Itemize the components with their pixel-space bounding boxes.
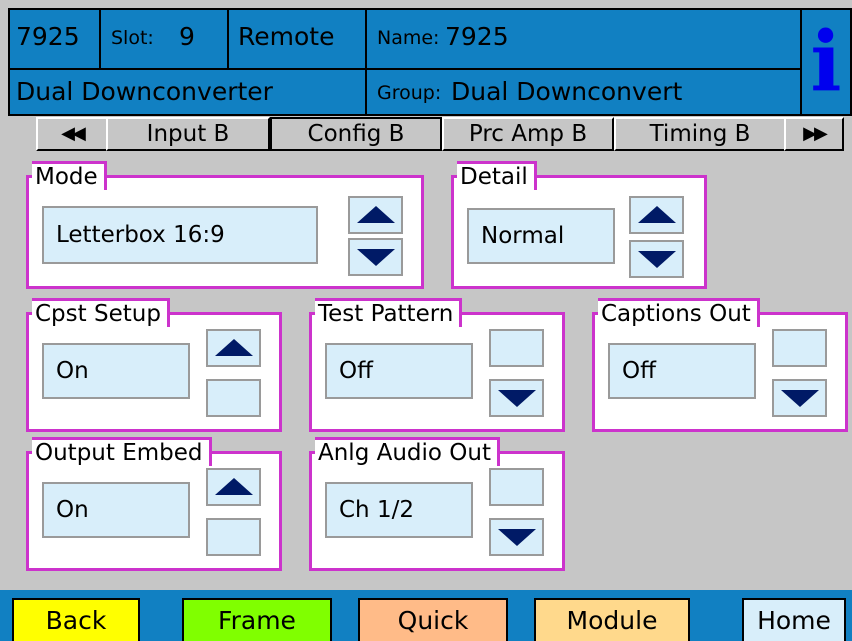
arrow-down-icon <box>497 529 536 546</box>
anlg-audio-out-panel: Anlg Audio Out Ch 1/2 <box>309 437 565 571</box>
detail-value: Normal <box>467 208 615 264</box>
arrow-up-icon <box>356 206 395 223</box>
captions-out-panel: Captions Out Off <box>592 298 848 432</box>
anlg-audio-out-value: Ch 1/2 <box>325 482 473 538</box>
tab-bar: ◀◀ Input B Config B Prc Amp B Timing B ▶… <box>8 116 844 152</box>
anlg-audio-out-down-button[interactable] <box>489 518 544 556</box>
tab-prev-button[interactable]: ◀◀ <box>36 117 108 151</box>
home-button[interactable]: Home <box>742 598 846 641</box>
module-description: Dual Downconverter <box>16 77 273 106</box>
header-slot-cell: Slot: 9 <box>99 8 229 70</box>
cpst-setup-value: On <box>42 343 190 399</box>
cpst-setup-title: Cpst Setup <box>32 298 170 327</box>
slot-label: Slot: <box>111 27 154 49</box>
test-pattern-panel: Test Pattern Off <box>309 298 565 432</box>
test-pattern-value: Off <box>325 343 473 399</box>
mode-down-button[interactable] <box>348 238 403 276</box>
output-embed-up-button[interactable] <box>206 468 261 506</box>
tab-input-b[interactable]: Input B <box>106 117 270 151</box>
cpst-setup-panel: Cpst Setup On <box>26 298 282 432</box>
arrow-down-icon <box>780 390 819 407</box>
remote-label: Remote <box>238 22 335 51</box>
detail-up-button[interactable] <box>629 196 684 234</box>
header-name-cell: Name: 7925 <box>365 8 802 70</box>
tab-prc-amp-b[interactable]: Prc Amp B <box>442 117 614 151</box>
detail-down-button[interactable] <box>629 240 684 278</box>
tab-timing-b[interactable]: Timing B <box>614 117 786 151</box>
name-label: Name: <box>377 27 440 49</box>
captions-out-value: Off <box>608 343 756 399</box>
group-value: Dual Downconvert <box>451 77 683 106</box>
frame-button[interactable]: Frame <box>182 598 332 641</box>
header-module-id-cell: 7925 <box>8 8 101 70</box>
header-description-cell: Dual Downconverter <box>8 68 367 116</box>
back-button[interactable]: Back <box>12 598 140 641</box>
anlg-audio-out-title: Anlg Audio Out <box>315 437 500 466</box>
mode-value: Letterbox 16:9 <box>42 206 318 264</box>
header-remote-cell: Remote <box>227 8 367 70</box>
captions-out-title: Captions Out <box>598 298 760 327</box>
anlg-audio-out-up-button-disabled <box>489 468 544 506</box>
info-icon: i <box>810 14 842 110</box>
output-embed-down-button-disabled <box>206 518 261 556</box>
screen: 7925 Slot: 9 Remote Name: 7925 Dual Down… <box>0 0 852 641</box>
test-pattern-down-button[interactable] <box>489 379 544 417</box>
arrow-up-icon <box>637 206 676 223</box>
header-group-cell: Group: Dual Downconvert <box>365 68 802 116</box>
output-embed-title: Output Embed <box>32 437 212 466</box>
captions-out-up-button-disabled <box>772 329 827 367</box>
arrow-up-icon <box>214 478 253 495</box>
mode-panel: Mode Letterbox 16:9 <box>26 161 424 289</box>
arrow-down-icon <box>356 249 395 266</box>
cpst-setup-down-button-disabled <box>206 379 261 417</box>
output-embed-panel: Output Embed On <box>26 437 282 571</box>
mode-title: Mode <box>32 161 107 190</box>
mode-up-button[interactable] <box>348 196 403 234</box>
cpst-setup-up-button[interactable] <box>206 329 261 367</box>
group-label: Group: <box>377 82 442 104</box>
arrow-down-icon <box>637 251 676 268</box>
module-id: 7925 <box>16 22 80 51</box>
detail-panel: Detail Normal <box>451 161 707 289</box>
quick-button[interactable]: Quick <box>358 598 508 641</box>
name-value: 7925 <box>445 22 509 51</box>
output-embed-value: On <box>42 482 190 538</box>
bottom-nav-bar: Back Frame Quick Module Home <box>0 590 852 641</box>
detail-title: Detail <box>457 161 537 190</box>
test-pattern-title: Test Pattern <box>315 298 463 327</box>
arrow-up-icon <box>214 339 253 356</box>
arrow-down-icon <box>497 390 536 407</box>
tab-config-b[interactable]: Config B <box>270 117 442 151</box>
captions-out-down-button[interactable] <box>772 379 827 417</box>
info-button[interactable]: i <box>800 8 852 116</box>
tab-next-button[interactable]: ▶▶ <box>784 117 844 151</box>
test-pattern-up-button-disabled <box>489 329 544 367</box>
slot-value: 9 <box>179 22 195 51</box>
module-button[interactable]: Module <box>534 598 690 641</box>
